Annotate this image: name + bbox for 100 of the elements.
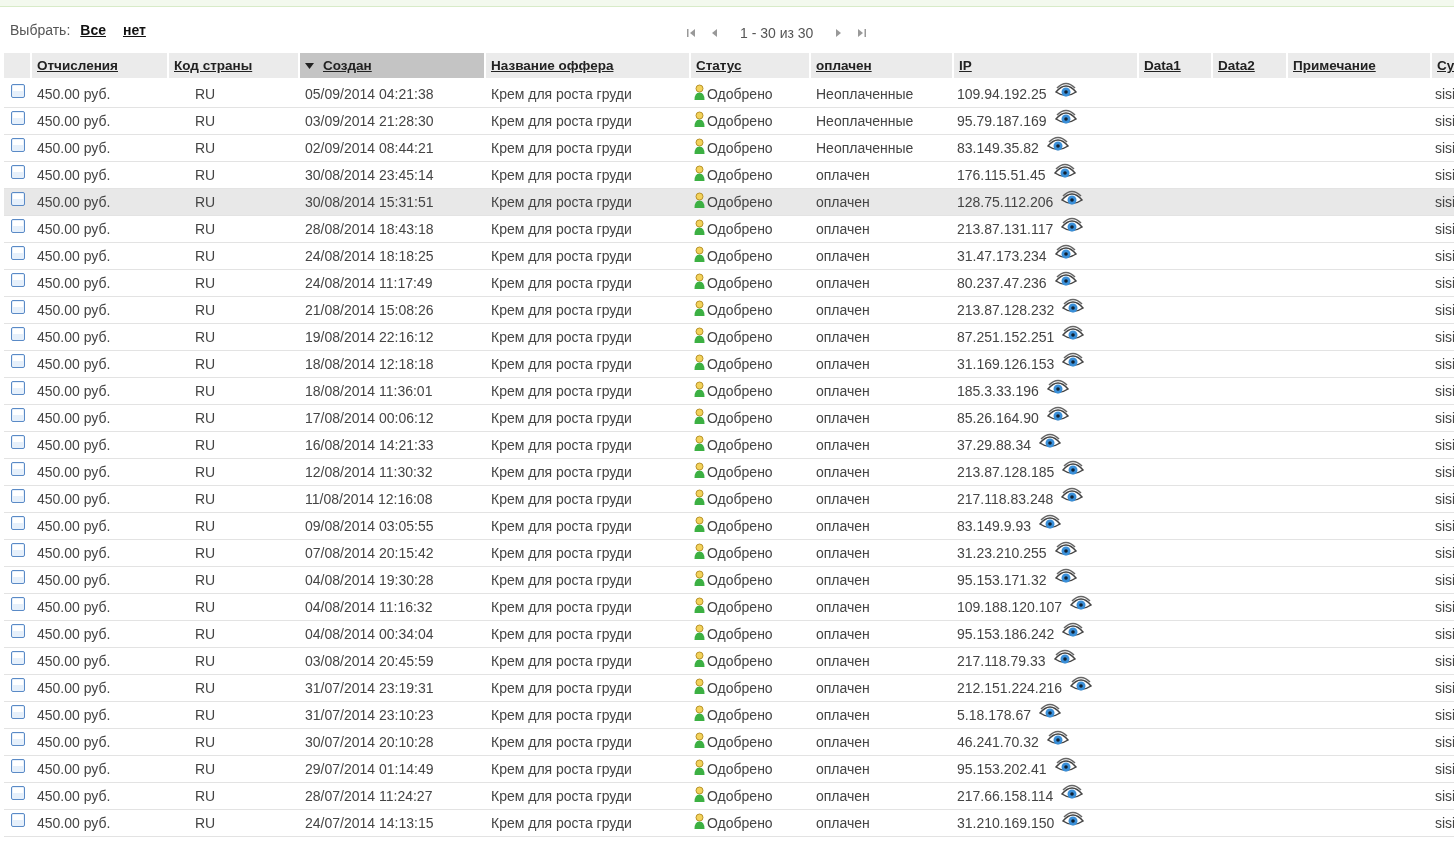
table-row[interactable]: 450.00 руб. RU 03/08/2014 20:45:59 Крем для роста груди Одобрено оплачен 217.118.79.33 sisi bbox=[4, 648, 1454, 675]
table-cell: оплачен bbox=[816, 815, 870, 831]
table-cell: 30/08/2014 15:31:51 bbox=[305, 194, 434, 210]
table-row[interactable]: 450.00 руб. RU 04/08/2014 19:30:28 Крем для роста груди Одобрено оплачен 95.153.171.32 sisi bbox=[4, 567, 1454, 594]
table-cell: sisi bbox=[1435, 194, 1454, 210]
table-cell: 24/07/2014 14:13:15 bbox=[305, 815, 434, 831]
user-icon bbox=[694, 246, 705, 262]
checkbox-icon[interactable] bbox=[11, 435, 25, 449]
table-row[interactable]: 450.00 руб. RU 12/08/2014 11:30:32 Крем для роста груди Одобрено оплачен 213.87.128.185 sisi bbox=[4, 459, 1454, 486]
checkbox-icon[interactable] bbox=[11, 516, 25, 530]
table-row[interactable]: 450.00 руб. RU 21/08/2014 15:08:26 Крем для роста груди Одобрено оплачен 213.87.128.232 sisi bbox=[4, 297, 1454, 324]
checkbox-icon[interactable] bbox=[11, 354, 25, 368]
table-cell: RU bbox=[195, 788, 216, 804]
table-row[interactable]: 450.00 руб. RU 24/08/2014 18:18:25 Крем для роста груди Одобрено оплачен 31.47.173.234 sisi bbox=[4, 243, 1454, 270]
checkbox-icon[interactable] bbox=[11, 273, 25, 287]
table-row[interactable]: 450.00 руб. RU 24/07/2014 14:13:15 Крем для роста груди Одобрено оплачен 31.210.169.150 sisi bbox=[4, 810, 1454, 837]
table-row[interactable]: 450.00 руб. RU 31/07/2014 23:10:23 Крем для роста груди Одобрено оплачен 5.18.178.67 sisi bbox=[4, 702, 1454, 729]
previous-page-icon[interactable] bbox=[710, 27, 720, 39]
table-row[interactable]: 450.00 руб. RU 07/08/2014 20:15:42 Крем для роста груди Одобрено оплачен 31.23.210.255 sisi bbox=[4, 540, 1454, 567]
user-icon bbox=[694, 516, 705, 532]
table-row[interactable]: 450.00 руб. RU 28/08/2014 18:43:18 Крем для роста груди Одобрено оплачен 213.87.131.117 sisi bbox=[4, 216, 1454, 243]
table-row[interactable]: 450.00 руб. RU 11/08/2014 12:16:08 Крем для роста груди Одобрено оплачен 217.118.83.248 sisi bbox=[4, 486, 1454, 513]
table-cell: 04/08/2014 11:16:32 bbox=[305, 599, 433, 615]
user-icon bbox=[694, 543, 705, 559]
table-row[interactable]: 450.00 руб. RU 17/08/2014 00:06:12 Крем для роста груди Одобрено оплачен 85.26.164.90 sisi bbox=[4, 405, 1454, 432]
table-cell: оплачен bbox=[816, 707, 870, 723]
user-icon bbox=[694, 381, 705, 397]
table-row[interactable]: 450.00 руб. RU 02/09/2014 08:44:21 Крем для роста груди Одобрено Неоплаченные 83.149.35.82 sisi bbox=[4, 135, 1454, 162]
table-cell: RU bbox=[195, 410, 216, 426]
checkbox-icon[interactable] bbox=[11, 84, 25, 98]
table-row[interactable]: 450.00 руб. RU 18/08/2014 11:36:01 Крем для роста груди Одобрено оплачен 185.3.33.196 sisi bbox=[4, 378, 1454, 405]
table-cell: Одобрено bbox=[707, 248, 773, 264]
table-row[interactable]: 450.00 руб. RU 30/08/2014 23:45:14 Крем для роста груди Одобрено оплачен 176.115.51.45 sisi bbox=[4, 162, 1454, 189]
table-row[interactable]: 450.00 руб. RU 28/07/2014 11:24:27 Крем для роста груди Одобрено оплачен 217.66.158.114 sisi bbox=[4, 783, 1454, 810]
table-cell: 185.3.33.196 bbox=[957, 383, 1039, 399]
first-page-icon[interactable] bbox=[686, 27, 696, 39]
table-cell: RU bbox=[195, 761, 216, 777]
table-row[interactable]: 450.00 руб. RU 19/08/2014 22:16:12 Крем для роста груди Одобрено оплачен 87.251.152.251 sisi bbox=[4, 324, 1454, 351]
table-cell: RU bbox=[195, 221, 216, 237]
table-cell: оплачен bbox=[816, 194, 870, 210]
checkbox-icon[interactable] bbox=[11, 327, 25, 341]
table-cell: оплачен bbox=[816, 680, 870, 696]
table-cell: sisi bbox=[1435, 464, 1454, 480]
table-cell: 450.00 руб. bbox=[37, 599, 111, 615]
table-cell: 31.169.126.153 bbox=[957, 356, 1055, 372]
checkbox-icon[interactable] bbox=[11, 192, 25, 206]
checkbox-icon[interactable] bbox=[11, 624, 25, 638]
checkbox-icon[interactable] bbox=[11, 651, 25, 665]
table-row[interactable]: 450.00 руб. RU 30/07/2014 20:10:28 Крем для роста груди Одобрено оплачен 46.241.70.32 sisi bbox=[4, 729, 1454, 756]
table-cell: 176.115.51.45 bbox=[957, 167, 1046, 183]
checkbox-icon[interactable] bbox=[11, 732, 25, 746]
table-cell: sisi bbox=[1435, 383, 1454, 399]
user-icon bbox=[694, 435, 705, 451]
table-cell: Крем для роста груди bbox=[491, 572, 632, 588]
checkbox-icon[interactable] bbox=[11, 786, 25, 800]
checkbox-icon[interactable] bbox=[11, 489, 25, 503]
checkbox-icon[interactable] bbox=[11, 300, 25, 314]
table-cell: RU bbox=[195, 194, 216, 210]
table-cell: оплачен bbox=[816, 761, 870, 777]
table-cell: оплачен bbox=[816, 734, 870, 750]
table-cell: RU bbox=[195, 572, 216, 588]
last-page-icon[interactable] bbox=[857, 27, 868, 39]
checkbox-icon[interactable] bbox=[11, 165, 25, 179]
checkbox-icon[interactable] bbox=[11, 570, 25, 584]
select-link[interactable]: нет bbox=[122, 22, 146, 38]
table-row[interactable]: 450.00 руб. RU 29/07/2014 01:14:49 Крем для роста груди Одобрено оплачен 95.153.202.41 sisi bbox=[4, 756, 1454, 783]
table-row[interactable]: 450.00 руб. RU 24/08/2014 11:17:49 Крем для роста груди Одобрено оплачен 80.237.47.236 sisi bbox=[4, 270, 1454, 297]
checkbox-icon[interactable] bbox=[11, 813, 25, 827]
table-cell: Крем для роста груди bbox=[491, 761, 632, 777]
checkbox-icon[interactable] bbox=[11, 408, 25, 422]
checkbox-icon[interactable] bbox=[11, 219, 25, 233]
table-row[interactable]: 450.00 руб. RU 05/09/2014 04:21:38 Крем для роста груди Одобрено Неоплаченные 109.94.192.25 sisi bbox=[4, 81, 1454, 108]
table-row[interactable]: 450.00 руб. RU 18/08/2014 12:18:18 Крем для роста груди Одобрено оплачен 31.169.126.153 sisi bbox=[4, 351, 1454, 378]
column-header[interactable]: Создан bbox=[300, 53, 486, 78]
table-row[interactable]: 450.00 руб. RU 16/08/2014 14:21:33 Крем для роста груди Одобрено оплачен 37.29.88.34 sisi bbox=[4, 432, 1454, 459]
table-row[interactable]: 450.00 руб. RU 04/08/2014 11:16:32 Крем для роста груди Одобрено оплачен 109.188.120.107 sisi bbox=[4, 594, 1454, 621]
checkbox-icon[interactable] bbox=[11, 138, 25, 152]
table-cell: RU bbox=[195, 680, 216, 696]
table-cell: sisi bbox=[1435, 248, 1454, 264]
table-row[interactable]: 450.00 руб. RU 04/08/2014 00:34:04 Крем для роста груди Одобрено оплачен 95.153.186.242 sisi bbox=[4, 621, 1454, 648]
checkbox-icon[interactable] bbox=[11, 462, 25, 476]
checkbox-icon[interactable] bbox=[11, 678, 25, 692]
table-cell: 450.00 руб. bbox=[37, 221, 111, 237]
table-cell: Одобрено bbox=[707, 113, 773, 129]
table-row[interactable]: 450.00 руб. RU 31/07/2014 23:19:31 Крем для роста груди Одобрено оплачен 212.151.224.216 sisi bbox=[4, 675, 1454, 702]
table-row[interactable]: 450.00 руб. RU 09/08/2014 03:05:55 Крем для роста груди Одобрено оплачен 83.149.9.93 sisi bbox=[4, 513, 1454, 540]
checkbox-icon[interactable] bbox=[11, 381, 25, 395]
user-icon bbox=[694, 111, 705, 127]
user-icon bbox=[694, 678, 705, 694]
table-cell: 03/09/2014 21:28:30 bbox=[305, 113, 434, 129]
checkbox-icon[interactable] bbox=[11, 597, 25, 611]
select-link[interactable]: Все bbox=[80, 22, 106, 38]
checkbox-icon[interactable] bbox=[11, 759, 25, 773]
checkbox-icon[interactable] bbox=[11, 111, 25, 125]
checkbox-icon[interactable] bbox=[11, 543, 25, 557]
table-row[interactable]: 450.00 руб. RU 30/08/2014 15:31:51 Крем для роста груди Одобрено оплачен 128.75.112.206 sisi bbox=[4, 189, 1454, 216]
checkbox-icon[interactable] bbox=[11, 246, 25, 260]
table-cell: Одобрено bbox=[707, 356, 773, 372]
checkbox-icon[interactable] bbox=[11, 705, 25, 719]
table-row[interactable]: 450.00 руб. RU 03/09/2014 21:28:30 Крем для роста груди Одобрено Неоплаченные 95.79.187.169 sisi bbox=[4, 108, 1454, 135]
